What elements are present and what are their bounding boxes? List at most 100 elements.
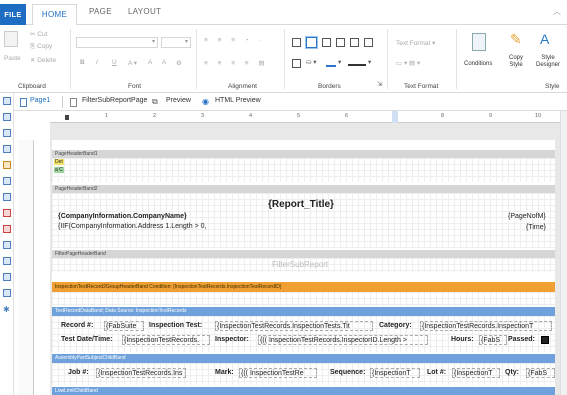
ruler-left-marker[interactable]: [65, 115, 69, 120]
borders-dialog-icon[interactable]: ⇲: [377, 80, 382, 88]
tab-page[interactable]: PAGE: [89, 7, 112, 16]
company-name-field[interactable]: {CompanyInformation.CompanyName}: [58, 213, 187, 220]
border-style-icon[interactable]: [292, 59, 301, 68]
toolbox-table-icon[interactable]: [3, 289, 11, 297]
inspector-field[interactable]: {(( InspectionTestRecords.InspectorID.Le…: [258, 335, 428, 345]
band-header[interactable]: PageHeaderBand2: [52, 185, 555, 193]
company-address-field[interactable]: {IIF(CompanyInformation.Address 1.Length…: [58, 223, 206, 230]
vertical-scrollbar[interactable]: [560, 111, 567, 395]
border-all-icon[interactable]: [292, 38, 301, 47]
test-date-label: Test Date/Time:: [61, 336, 113, 343]
text-format-buttons[interactable]: ▭ ▾ ▤ ▾: [396, 59, 420, 67]
delete-button[interactable]: ✕ Delete: [30, 56, 56, 64]
group-header-band-body[interactable]: [52, 292, 555, 306]
toolbox-more-icon[interactable]: ✱: [3, 305, 10, 314]
filter-page-header-band[interactable]: FilterSubReport: [52, 258, 555, 272]
style-designer-button[interactable]: Style Designer: [533, 55, 563, 69]
cut-button[interactable]: ✂ Cut: [30, 30, 47, 38]
font-group-label: Font: [128, 83, 142, 90]
doc-tab-preview[interactable]: Preview: [166, 97, 191, 104]
shrink-font-button[interactable]: A: [162, 59, 166, 66]
collapse-ribbon-icon[interactable]: ︿: [553, 6, 561, 17]
toolbox-subreport-icon[interactable]: [3, 273, 11, 281]
font-color-button[interactable]: A ▾: [128, 59, 137, 67]
ruler-number: 5: [297, 113, 301, 119]
page-header-band-2[interactable]: {Report_Title} {CompanyInformation.Compa…: [52, 193, 555, 248]
toolbox-barcode-icon[interactable]: [3, 241, 11, 249]
low-limit-band-header[interactable]: LowLimitChildBand: [52, 387, 555, 395]
copy-button[interactable]: ⎘ Copy: [30, 43, 52, 51]
passed-checkbox[interactable]: [541, 336, 549, 344]
toolbox-panel-icon[interactable]: [3, 177, 11, 185]
border-left-icon[interactable]: [336, 38, 345, 47]
paste-button[interactable]: Paste: [4, 55, 21, 62]
toolbox-chart-icon[interactable]: [3, 209, 11, 217]
grow-font-button[interactable]: A: [148, 59, 152, 66]
test-date-field[interactable]: {InspectionTestRecords.: [122, 335, 210, 345]
component-toolbox: ✱: [0, 93, 14, 395]
data-band-header[interactable]: TestRecordDataBand; Data Source: Inspect…: [52, 307, 555, 316]
ruler-selection-marker: [392, 111, 398, 123]
doc-tab-page1[interactable]: Page1: [30, 97, 50, 104]
underline-button[interactable]: U: [112, 59, 117, 66]
tab-layout[interactable]: LAYOUT: [128, 7, 161, 16]
border-none-icon[interactable]: [306, 37, 317, 48]
font-settings-icon[interactable]: ⚙: [176, 59, 182, 67]
conditions-icon: [472, 33, 486, 51]
font-size-combo[interactable]: ▾: [161, 37, 191, 48]
line-style-dropdown[interactable]: ▾: [368, 58, 371, 66]
align-left-buttons[interactable]: ≡ ≡ ≡ ≡ ▤: [204, 59, 269, 67]
page-number-field[interactable]: {PageNofM}: [508, 213, 546, 220]
fill-color-button[interactable]: ⛀ ▾: [306, 58, 317, 66]
chevron-down-icon: ▾: [432, 40, 436, 47]
tab-file[interactable]: FILE: [0, 4, 26, 25]
text-format-combo[interactable]: Text Format ▾: [396, 39, 435, 47]
tab-home[interactable]: HOME: [32, 4, 77, 26]
bold-button[interactable]: B: [80, 59, 85, 66]
job-field[interactable]: {InspectionTestRecords.Ins: [96, 368, 186, 378]
doc-tab-html-preview[interactable]: HTML Preview: [215, 97, 261, 104]
line-style-icon[interactable]: [348, 64, 366, 66]
toolbox-band-icon[interactable]: [3, 113, 11, 121]
copy-style-button[interactable]: Copy Style: [505, 55, 527, 69]
font-name-combo[interactable]: ▾: [76, 37, 158, 48]
hours-field[interactable]: {FabS: [479, 335, 507, 345]
border-top-icon[interactable]: [322, 38, 331, 47]
border-right-icon[interactable]: [350, 38, 359, 47]
toolbox-band-icon[interactable]: [3, 145, 11, 153]
copy-label: Copy: [37, 43, 53, 50]
conditions-button[interactable]: Conditions: [464, 61, 492, 67]
inspection-test-field[interactable]: {InspectionTestRecords.InspectionTests.T…: [215, 321, 373, 331]
band-header[interactable]: PageHeaderBand1: [52, 150, 555, 158]
toolbox-band-icon[interactable]: [3, 97, 11, 105]
border-bottom-icon[interactable]: [364, 38, 373, 47]
pen-dropdown[interactable]: ▾: [338, 58, 341, 66]
toolbox-gauge-icon[interactable]: [3, 225, 11, 233]
doc-tab-filter-sub-report-page[interactable]: FilterSubReportPage: [82, 97, 147, 104]
mark-field[interactable]: {(( InspectionTestRe: [239, 368, 317, 378]
band-header[interactable]: FilterPageHeaderBand: [52, 250, 555, 258]
sequence-field[interactable]: {InspectionT: [370, 368, 420, 378]
toolbox-text-icon[interactable]: [3, 161, 11, 169]
horizontal-ruler: 1 2 3 4 5 6 7 8 9 10: [50, 111, 560, 123]
page-header-band-1[interactable]: Det a C: [52, 158, 555, 182]
pen-color-icon[interactable]: [326, 65, 336, 67]
style-group-label: Style: [545, 83, 560, 90]
italic-button[interactable]: I: [96, 59, 98, 66]
group-header-band[interactable]: InspectionTestRecord2GroupHeaderBand Con…: [52, 282, 555, 292]
assembly-child-band[interactable]: Job #: {InspectionTestRecords.Ins Mark: …: [52, 363, 555, 385]
record-value-field[interactable]: {FabSuite: [104, 321, 144, 331]
toolbox-image-icon[interactable]: [3, 193, 11, 201]
category-field[interactable]: {InspectionTestRecords.InspectionT: [420, 321, 552, 331]
child-band-header[interactable]: AssemblyPartSubjectChildBand: [52, 354, 555, 363]
align-top-buttons[interactable]: ≡ ≡ ≡ ◔ ·: [204, 37, 265, 44]
filter-sub-report[interactable]: FilterSubReport: [272, 260, 328, 269]
lot-field[interactable]: {InspectionT: [452, 368, 500, 378]
toolbox-band-icon[interactable]: [3, 129, 11, 137]
report-title[interactable]: {Report_Title}: [268, 199, 334, 210]
time-field[interactable]: {Time}: [526, 224, 546, 231]
page-icon: [20, 98, 27, 107]
qty-field[interactable]: {FabS: [526, 368, 555, 378]
toolbox-shape-icon[interactable]: [3, 257, 11, 265]
data-band[interactable]: Record #: {FabSuite Inspection Test: {In…: [52, 316, 555, 352]
